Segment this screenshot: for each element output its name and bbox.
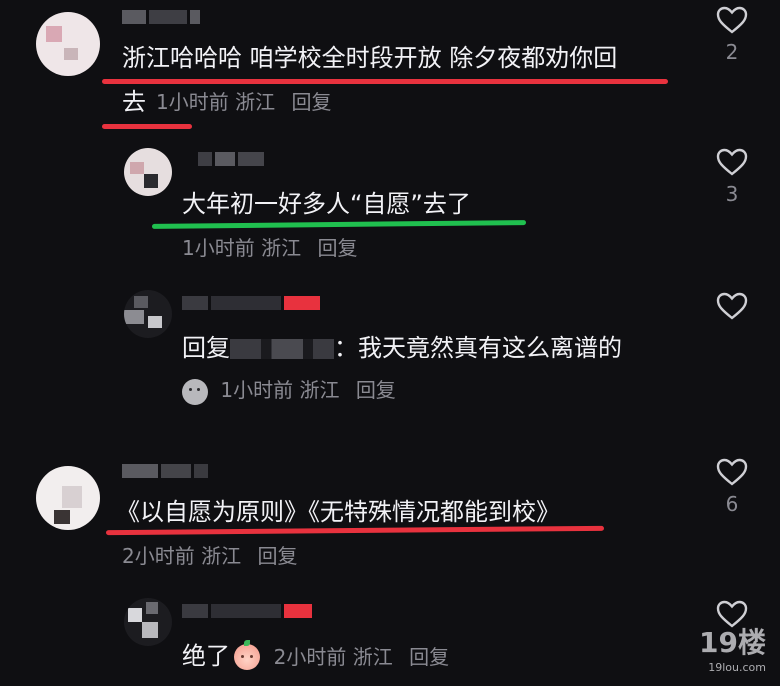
heart-outline-icon bbox=[716, 292, 748, 320]
comment-meta: 2小时前 浙江 回复 bbox=[122, 542, 297, 570]
user-badge-icon bbox=[182, 378, 208, 405]
like-button[interactable]: 3 bbox=[704, 148, 760, 206]
username-blurred[interactable] bbox=[182, 604, 315, 618]
reply-button[interactable]: 回复 bbox=[257, 544, 297, 568]
comment-text: 回复 ：我天竟然真有这么离谱的 bbox=[182, 334, 622, 362]
reply-prefix: 回复 bbox=[182, 334, 230, 362]
like-button[interactable] bbox=[704, 292, 760, 326]
avatar[interactable] bbox=[124, 148, 172, 196]
avatar[interactable] bbox=[124, 598, 172, 646]
like-count: 6 bbox=[725, 492, 739, 516]
avatar[interactable] bbox=[36, 466, 100, 530]
username-blurred[interactable] bbox=[122, 464, 211, 478]
comment-text: 绝了 2小时前 浙江 回复 bbox=[182, 640, 450, 670]
comment-time: 1小时前 bbox=[156, 90, 229, 114]
reply-button[interactable]: 回复 bbox=[317, 236, 357, 260]
avatar[interactable] bbox=[36, 12, 100, 76]
avatar[interactable] bbox=[124, 290, 172, 338]
username-blurred[interactable] bbox=[198, 152, 267, 166]
peach-face-emoji-icon bbox=[234, 640, 260, 670]
like-count: 2 bbox=[725, 40, 739, 64]
reply-button[interactable]: 回复 bbox=[356, 378, 396, 402]
heart-outline-icon bbox=[716, 6, 748, 34]
username-blurred[interactable] bbox=[122, 10, 203, 24]
comment-time: 1小时前 bbox=[182, 236, 255, 260]
heart-outline-icon bbox=[716, 148, 748, 176]
comment-location: 浙江 bbox=[235, 90, 276, 114]
comment-meta: 2小时前 浙江 回复 bbox=[274, 645, 449, 669]
reply-button[interactable]: 回复 bbox=[409, 645, 449, 669]
highlight-underline-green bbox=[151, 220, 527, 229]
comment-text: 《以自愿为原则》《无特殊情况都能到校》 bbox=[116, 498, 560, 526]
comment-text-continued: 去 bbox=[122, 88, 146, 116]
like-count: 3 bbox=[725, 182, 739, 206]
comment-meta: 1小时前 浙江 回复 bbox=[156, 88, 331, 116]
comment-time: 2小时前 bbox=[273, 645, 347, 669]
like-button[interactable]: 2 bbox=[704, 6, 760, 64]
comment-time: 1小时前 bbox=[220, 378, 294, 402]
heart-outline-icon bbox=[716, 458, 748, 486]
comment-time: 2小时前 bbox=[122, 544, 195, 568]
comment-meta: 1小时前 浙江 回复 bbox=[182, 234, 357, 262]
comment-location: 浙江 bbox=[299, 378, 340, 402]
comment-text: 浙江哈哈哈 咱学校全时段开放 除夕夜都劝你回 bbox=[122, 44, 618, 72]
comment-location: 浙江 bbox=[352, 645, 393, 669]
highlight-underline-red bbox=[102, 79, 668, 84]
highlight-underline-red bbox=[102, 124, 192, 129]
username-blurred[interactable] bbox=[182, 296, 323, 310]
site-watermark: 19楼 19lou.com bbox=[699, 626, 766, 674]
comment-location: 浙江 bbox=[261, 236, 302, 260]
comment-text: 大年初一好多人“自愿”去了 bbox=[182, 190, 471, 218]
comment-meta: 1小时前 浙江 回复 bbox=[182, 376, 396, 405]
mentioned-user-blurred[interactable] bbox=[230, 339, 334, 359]
like-button[interactable]: 6 bbox=[704, 458, 760, 516]
reply-button[interactable]: 回复 bbox=[291, 90, 331, 114]
comment-location: 浙江 bbox=[201, 544, 242, 568]
